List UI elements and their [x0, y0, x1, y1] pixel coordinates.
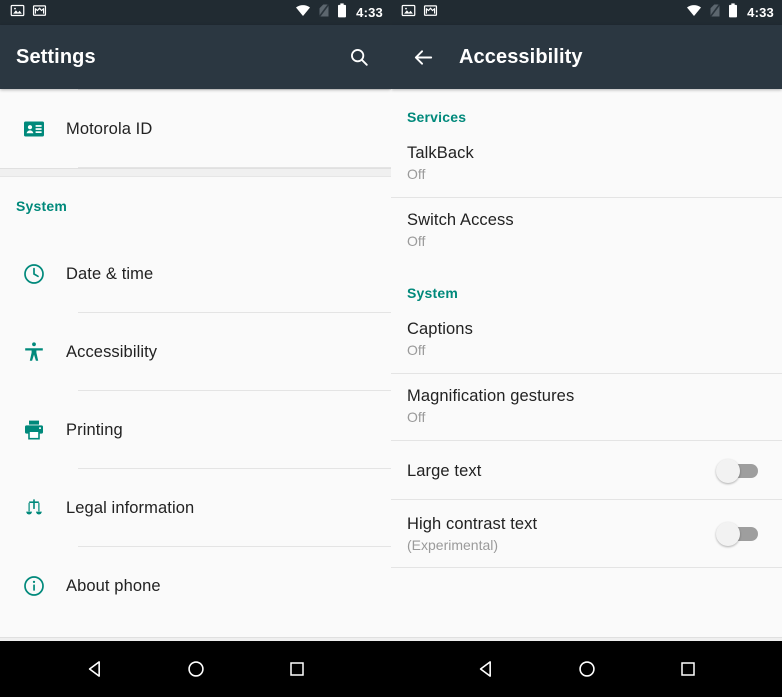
accessibility-list[interactable]: Services TalkBack Off Switch Access Off …: [391, 89, 782, 637]
navigation-bar-left: [0, 641, 391, 697]
section-header-system: System: [391, 265, 782, 307]
status-bar-right: 4:33: [391, 0, 782, 25]
settings-item-label: Printing: [66, 420, 123, 439]
photo-icon: [10, 3, 25, 23]
settings-toolbar: Settings: [0, 25, 391, 89]
item-texts: Magnification gestures Off: [407, 385, 766, 427]
section-header-services: Services: [391, 89, 782, 131]
battery-icon: [337, 2, 347, 23]
battery-icon: [728, 2, 738, 23]
page-title: Accessibility: [459, 45, 583, 68]
settings-item-printing[interactable]: Printing: [0, 391, 391, 469]
settings-item-legal-information[interactable]: Legal information: [0, 469, 391, 547]
settings-list[interactable]: Motorola ID System Date & time Accessibi…: [0, 89, 391, 637]
item-subtitle: Off: [407, 409, 426, 425]
section-header-system: System: [0, 177, 391, 235]
item-subtitle: Off: [407, 166, 426, 182]
scales-icon: [2, 496, 66, 520]
item-subtitle: Off: [407, 233, 426, 249]
wifi-icon: [686, 3, 702, 22]
status-bar-left: 4:33: [0, 0, 391, 25]
row-divider: [391, 567, 782, 568]
search-icon[interactable]: [337, 35, 381, 79]
status-bar-clock: 4:33: [356, 5, 383, 20]
settings-item-label: About phone: [66, 576, 161, 595]
accessibility-person-icon: [2, 340, 66, 364]
item-texts: High contrast text (Experimental): [407, 513, 716, 555]
back-nav-button[interactable]: [462, 645, 510, 693]
right-phone-screen: 4:33 Accessibility Services TalkBack Off: [391, 0, 782, 697]
printer-icon: [2, 418, 66, 442]
settings-item-label: Motorola ID: [66, 119, 153, 138]
no-sim-icon: [709, 3, 721, 23]
gmail-icon: [32, 3, 47, 23]
wifi-icon: [295, 3, 311, 22]
settings-item-motorola-id[interactable]: Motorola ID: [0, 90, 391, 168]
status-bar-notification-icons: [401, 3, 438, 23]
left-phone-screen: 4:33 Settings Motorola ID System Date & …: [0, 0, 391, 697]
recents-nav-button[interactable]: [664, 645, 712, 693]
id-card-icon: [2, 117, 66, 141]
accessibility-item-magnification-gestures[interactable]: Magnification gestures Off: [391, 374, 782, 441]
toggle-thumb: [716, 458, 740, 483]
settings-item-label: Accessibility: [66, 342, 158, 361]
accessibility-item-switch-access[interactable]: Switch Access Off: [391, 198, 782, 265]
settings-item-label: Legal information: [66, 498, 195, 517]
navigation-bar-right: [391, 641, 782, 697]
status-bar-system-icons: 4:33: [686, 2, 774, 23]
item-title: High contrast text: [407, 515, 538, 533]
accessibility-toolbar: Accessibility: [391, 25, 782, 89]
settings-item-label: Date & time: [66, 264, 154, 283]
settings-item-about-phone[interactable]: About phone: [0, 547, 391, 625]
toggle-thumb: [716, 522, 740, 546]
item-title: Magnification gestures: [407, 387, 575, 405]
clock-icon: [2, 262, 66, 286]
dual-screenshot-container: 4:33 Settings Motorola ID System Date & …: [0, 0, 782, 697]
accessibility-item-captions[interactable]: Captions Off: [391, 307, 782, 374]
section-header-label: System: [407, 285, 459, 301]
recents-nav-button[interactable]: [273, 645, 321, 693]
item-texts: Large text: [407, 460, 716, 482]
item-title: Large text: [407, 461, 482, 480]
arrow-back-icon[interactable]: [403, 37, 443, 77]
accessibility-item-large-text[interactable]: Large text: [391, 441, 782, 500]
section-header-label: Services: [407, 109, 467, 125]
item-title: TalkBack: [407, 144, 474, 162]
item-title: Switch Access: [407, 211, 514, 229]
status-bar-notification-icons: [10, 3, 47, 23]
item-texts: Captions Off: [407, 318, 766, 360]
section-header-label: System: [16, 198, 68, 214]
home-nav-button[interactable]: [172, 645, 220, 693]
accessibility-item-high-contrast-text[interactable]: High contrast text (Experimental): [391, 500, 782, 568]
settings-item-date-time[interactable]: Date & time: [0, 235, 391, 313]
accessibility-item-talkback[interactable]: TalkBack Off: [391, 131, 782, 198]
item-subtitle: Off: [407, 342, 426, 358]
status-bar-system-icons: 4:33: [295, 2, 383, 23]
gmail-icon: [423, 3, 438, 23]
large-text-toggle[interactable]: [716, 458, 760, 483]
high-contrast-text-toggle[interactable]: [716, 522, 760, 546]
settings-item-accessibility[interactable]: Accessibility: [0, 313, 391, 391]
item-texts: TalkBack Off: [407, 142, 766, 184]
no-sim-icon: [318, 3, 330, 23]
status-bar-clock: 4:33: [747, 5, 774, 20]
back-nav-button[interactable]: [71, 645, 119, 693]
settings-group-separator: [0, 168, 391, 177]
item-texts: Switch Access Off: [407, 209, 766, 251]
home-nav-button[interactable]: [563, 645, 611, 693]
page-title: Settings: [16, 45, 96, 68]
photo-icon: [401, 3, 416, 23]
info-circle-icon: [2, 574, 66, 598]
item-title: Captions: [407, 320, 473, 338]
item-subtitle: (Experimental): [407, 537, 499, 553]
row-divider: [78, 167, 391, 168]
